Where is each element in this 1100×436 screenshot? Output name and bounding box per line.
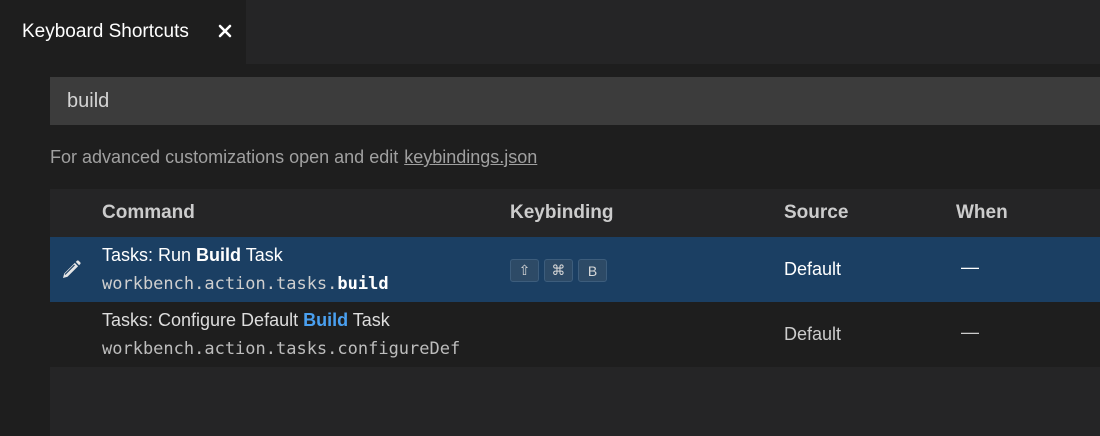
table-header: Command Keybinding Source When — [50, 189, 1100, 237]
command-key: ⌘ — [544, 259, 573, 282]
header-keybinding[interactable]: Keybinding — [510, 202, 613, 224]
command-id: workbench.action.tasks.build — [102, 274, 389, 294]
search-match: build — [337, 274, 389, 294]
source-cell: Default — [784, 259, 842, 279]
command-title: Tasks: Run Build Task — [102, 245, 283, 265]
when-cell: — — [961, 257, 979, 277]
table-row[interactable]: Tasks: Run Build Task workbench.action.t… — [50, 237, 1100, 302]
keybindings-json-link[interactable]: keybindings.json — [404, 147, 537, 167]
header-source[interactable]: Source — [784, 202, 848, 224]
keybinding-keys: ⇧ ⌘ B — [510, 259, 607, 282]
table-row[interactable]: Tasks: Configure Default Build Task work… — [50, 302, 1100, 367]
header-command[interactable]: Command — [102, 202, 195, 224]
shift-key: ⇧ — [510, 259, 539, 282]
source-cell: Default — [784, 324, 842, 344]
hint-text: For advanced customizations open and edi… — [50, 147, 399, 167]
tab-bar: Keyboard Shortcuts — [0, 0, 1100, 64]
pencil-icon[interactable] — [60, 259, 82, 281]
keyboard-shortcuts-editor: For advanced customizations open and edi… — [0, 64, 1100, 436]
customization-hint: For advanced customizations open and edi… — [50, 147, 537, 168]
tab-keyboard-shortcuts[interactable]: Keyboard Shortcuts — [0, 0, 246, 64]
tab-label: Keyboard Shortcuts — [22, 21, 189, 42]
search-input[interactable] — [67, 89, 1100, 113]
when-cell: — — [961, 322, 979, 342]
command-id: workbench.action.tasks.configureDef — [102, 339, 461, 359]
b-key: B — [578, 259, 607, 282]
keybindings-table: Command Keybinding Source When Tasks: Ru… — [50, 189, 1100, 436]
search-match: Build — [303, 310, 349, 330]
search-box[interactable] — [50, 77, 1100, 125]
command-title: Tasks: Configure Default Build Task — [102, 310, 390, 330]
search-match: Build — [196, 245, 242, 265]
close-icon[interactable] — [214, 20, 236, 42]
header-when[interactable]: When — [956, 202, 1008, 224]
